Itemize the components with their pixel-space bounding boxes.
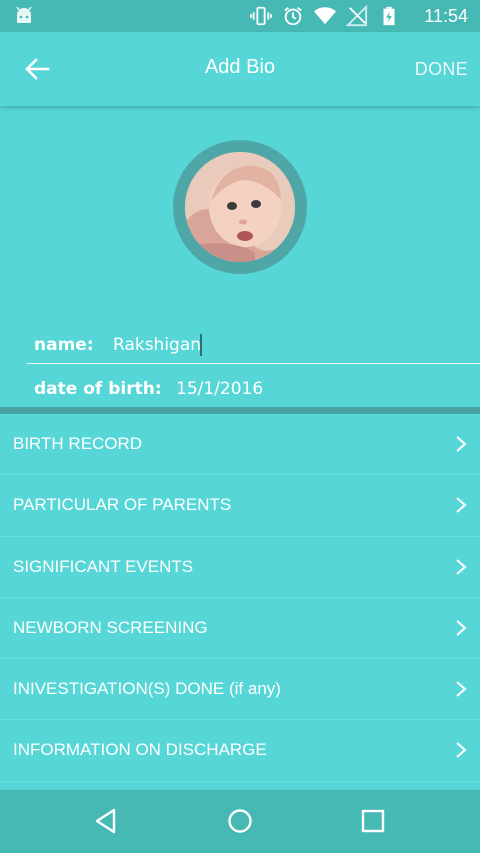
- recents-square-icon[interactable]: [358, 806, 388, 836]
- chevron-right-icon: [456, 742, 467, 759]
- status-bar: 11:54: [0, 0, 480, 32]
- battery-charging-icon: [383, 6, 395, 26]
- list-item-newborn-screening[interactable]: NEWBORN SCREENING: [0, 598, 480, 660]
- done-button[interactable]: DONE: [415, 59, 468, 80]
- chevron-right-icon: [456, 436, 467, 452]
- list-item-investigations-done[interactable]: INIVESTIGATION(S) DONE (if any): [0, 659, 480, 721]
- wifi-icon: [314, 7, 336, 25]
- list-item-information-on-discharge[interactable]: INFORMATION ON DISCHARGE: [0, 720, 480, 782]
- avatar[interactable]: [185, 152, 295, 262]
- list-item-particular-of-parents[interactable]: PARTICULAR OF PARENTS: [0, 475, 480, 537]
- chevron-right-icon: [456, 620, 467, 636]
- chevron-right-icon: [456, 681, 467, 697]
- vibrate-icon: [250, 6, 272, 26]
- name-label: name:: [34, 335, 94, 355]
- name-input[interactable]: Rakshigan: [113, 335, 201, 355]
- name-field-underline: [27, 363, 480, 364]
- no-signal-icon: [346, 5, 368, 27]
- android-icon: [16, 7, 32, 23]
- section-list: BIRTH RECORD PARTICULAR OF PARENTS SIGNI…: [0, 414, 480, 782]
- list-item-label: PARTICULAR OF PARENTS: [13, 495, 232, 515]
- page-title: Add Bio: [204, 56, 276, 78]
- home-circle-icon[interactable]: [225, 806, 255, 836]
- list-item-label: BIRTH RECORD: [13, 434, 143, 453]
- app-bar: Add Bio DONE: [0, 32, 480, 106]
- system-nav-bar: [0, 790, 480, 853]
- text-cursor: [200, 334, 202, 356]
- list-item-label: INIVESTIGATION(S) DONE (if any): [13, 679, 281, 699]
- header-divider: [0, 407, 480, 414]
- back-triangle-icon[interactable]: [91, 806, 121, 836]
- status-time: 11:54: [424, 6, 468, 26]
- list-item-label: SIGNIFICANT EVENTS: [13, 556, 194, 576]
- dob-value[interactable]: 15/1/2016: [176, 379, 263, 399]
- dob-label: date of birth:: [34, 379, 162, 399]
- chevron-right-icon: [456, 497, 467, 514]
- list-item-label: INFORMATION ON DISCHARGE: [13, 740, 267, 760]
- list-item-label: NEWBORN SCREENING: [13, 617, 208, 637]
- list-item-significant-events[interactable]: SIGNIFICANT EVENTS: [0, 537, 480, 598]
- avatar-ring[interactable]: [173, 140, 307, 274]
- chevron-right-icon: [456, 558, 467, 575]
- alarm-icon: [284, 7, 302, 26]
- baby-photo: [185, 152, 295, 262]
- list-item-birth-record[interactable]: BIRTH RECORD: [0, 414, 480, 476]
